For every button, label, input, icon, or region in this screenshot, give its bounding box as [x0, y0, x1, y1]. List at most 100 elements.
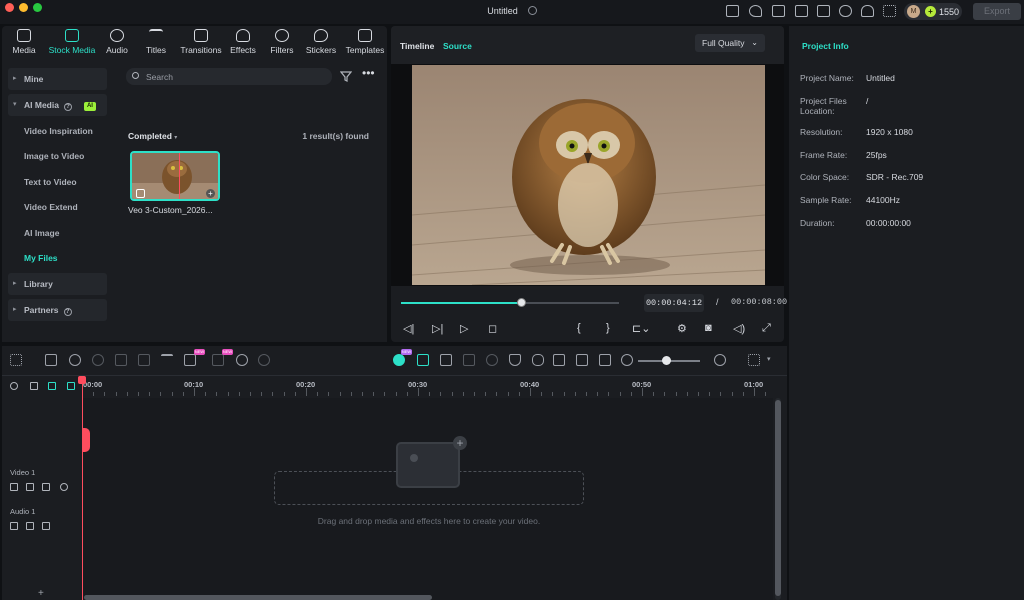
fit-timeline-icon[interactable] — [599, 354, 611, 366]
sidebar-item-partners[interactable]: ▸ Partners? — [8, 299, 107, 321]
replace-clip-icon[interactable] — [576, 354, 588, 366]
speed-icon[interactable] — [486, 354, 498, 366]
share-icon[interactable] — [749, 5, 762, 17]
add-marker-icon[interactable] — [440, 354, 452, 366]
ai-tools-icon[interactable] — [236, 354, 248, 366]
mark-out-icon[interactable]: } — [606, 322, 610, 334]
folder-icon[interactable] — [10, 522, 18, 530]
speaker-icon[interactable] — [26, 522, 34, 530]
playback-scrubber[interactable] — [401, 298, 619, 307]
sidebar-item-text-to-video[interactable]: Text to Video — [8, 171, 107, 193]
shield-mask-icon[interactable] — [509, 354, 521, 366]
track-settings-icon[interactable] — [10, 382, 18, 390]
more-options-icon[interactable]: ••• — [362, 66, 375, 80]
play-slow-icon[interactable]: ▷| — [432, 322, 443, 335]
tab-filters[interactable]: Filters — [263, 29, 301, 55]
tab-audio[interactable]: Audio — [98, 29, 136, 55]
add-audio-track-icon[interactable] — [67, 382, 75, 390]
magnetic-snap-icon[interactable] — [417, 354, 429, 366]
search-input[interactable] — [126, 68, 332, 85]
fullscreen-icon[interactable]: ⤢ — [762, 322, 771, 335]
lock-icon[interactable] — [42, 522, 50, 530]
tab-timeline[interactable]: Timeline — [400, 41, 434, 51]
zoom-slider-handle[interactable] — [661, 356, 671, 365]
sidebar-item-my-files[interactable]: My Files — [8, 247, 107, 269]
color-palette-icon[interactable] — [258, 354, 270, 366]
help-icon[interactable]: ? — [63, 308, 72, 316]
vertical-scrollbar[interactable] — [775, 398, 781, 600]
snapshot-camera-icon[interactable]: ◙ — [705, 322, 712, 334]
lock-icon[interactable] — [42, 483, 50, 491]
layout-grid-icon[interactable] — [10, 354, 22, 366]
avatar[interactable]: M — [907, 5, 920, 18]
text-tool-icon[interactable] — [161, 354, 173, 366]
redo-icon[interactable] — [92, 354, 104, 366]
sidebar-item-video-inspiration[interactable]: Video Inspiration — [8, 120, 107, 142]
cloud-icon[interactable] — [839, 5, 852, 17]
credits-badge[interactable]: M + 1550 — [904, 3, 962, 20]
tab-source[interactable]: Source — [443, 41, 472, 51]
audio-mixer-icon[interactable] — [553, 354, 565, 366]
add-track-icon[interactable]: + — [38, 588, 44, 599]
play-icon[interactable]: ▷ — [460, 322, 468, 335]
add-to-timeline-icon[interactable]: + — [206, 189, 215, 198]
cloud-upload-icon[interactable] — [772, 5, 785, 17]
gift-icon[interactable] — [726, 5, 739, 17]
tab-titles[interactable]: Titles — [137, 29, 175, 55]
microphone-icon[interactable] — [532, 354, 544, 366]
vertical-scrollbar-thumb[interactable] — [775, 400, 781, 596]
settings-gear-icon[interactable]: ⚙ — [677, 322, 687, 335]
horizontal-scrollbar[interactable] — [84, 595, 432, 600]
filter-icon[interactable] — [340, 70, 352, 82]
cut-scissors-icon[interactable] — [138, 354, 150, 366]
sidebar-item-mine[interactable]: ▸ Mine — [8, 68, 107, 90]
mark-in-icon[interactable]: { — [577, 322, 581, 334]
stop-icon[interactable]: ◻ — [488, 322, 497, 335]
keyframe-icon[interactable] — [212, 354, 224, 366]
track-layout-icon[interactable] — [748, 354, 760, 366]
tab-media[interactable]: Media — [5, 29, 43, 55]
speaker-icon[interactable] — [26, 483, 34, 491]
tab-effects[interactable]: Effects — [224, 29, 262, 55]
tab-stickers[interactable]: Stickers — [302, 29, 340, 55]
apps-grid-icon[interactable] — [883, 5, 896, 17]
playhead[interactable] — [82, 376, 83, 600]
scrubber-handle[interactable] — [517, 298, 527, 307]
export-button[interactable]: Export — [973, 3, 1021, 20]
headset-icon[interactable] — [861, 5, 874, 17]
sidebar-item-video-extend[interactable]: Video Extend — [8, 196, 107, 218]
zoom-in-icon[interactable] — [714, 354, 726, 366]
save-icon[interactable] — [817, 5, 830, 17]
add-video-track-icon[interactable] — [48, 382, 56, 390]
zoom-out-icon[interactable] — [621, 354, 633, 366]
time-ruler[interactable]: 00:00 00:10 00:20 00:30 00:40 00:50 01:00 — [82, 376, 776, 398]
split-screen-icon[interactable] — [463, 354, 475, 366]
link-icon[interactable] — [30, 382, 38, 390]
undo-icon[interactable] — [69, 354, 81, 366]
tab-stock-media[interactable]: Stock Media — [46, 29, 98, 55]
sidebar-item-ai-image[interactable]: AI Image — [8, 222, 107, 244]
playhead-grip[interactable] — [82, 428, 90, 452]
video-preview[interactable] — [391, 64, 784, 286]
add-media-image-icon[interactable]: + — [396, 436, 467, 488]
help-icon[interactable]: ? — [63, 103, 72, 111]
current-time[interactable]: 00:00:04:12 — [644, 294, 704, 312]
quality-dropdown[interactable]: Full Quality ⌄ — [695, 34, 765, 52]
ai-mate-icon[interactable] — [393, 354, 405, 366]
volume-icon[interactable]: ◁) — [733, 322, 745, 335]
folder-icon[interactable] — [10, 483, 18, 491]
tab-transitions[interactable]: Transitions — [177, 29, 225, 55]
sidebar-item-image-to-video[interactable]: Image to Video — [8, 145, 107, 167]
chevron-down-icon[interactable]: ▾ — [767, 355, 771, 363]
monitor-icon[interactable] — [795, 5, 808, 17]
media-thumbnail[interactable]: + — [130, 151, 220, 201]
sidebar-item-ai-media[interactable]: ▾ AI Media? AI — [8, 94, 107, 116]
select-cursor-icon[interactable] — [45, 354, 57, 366]
crop-icon[interactable] — [184, 354, 196, 366]
track-area[interactable]: + Drag and drop media and effects here t… — [83, 398, 773, 600]
insert-options-icon[interactable]: ⊏⌄ — [632, 322, 650, 335]
eye-icon[interactable] — [60, 483, 68, 491]
status-filter-dropdown[interactable]: Completed ▾ — [128, 131, 177, 141]
delete-icon[interactable] — [115, 354, 127, 366]
previous-frame-icon[interactable]: ◁| — [403, 322, 414, 335]
